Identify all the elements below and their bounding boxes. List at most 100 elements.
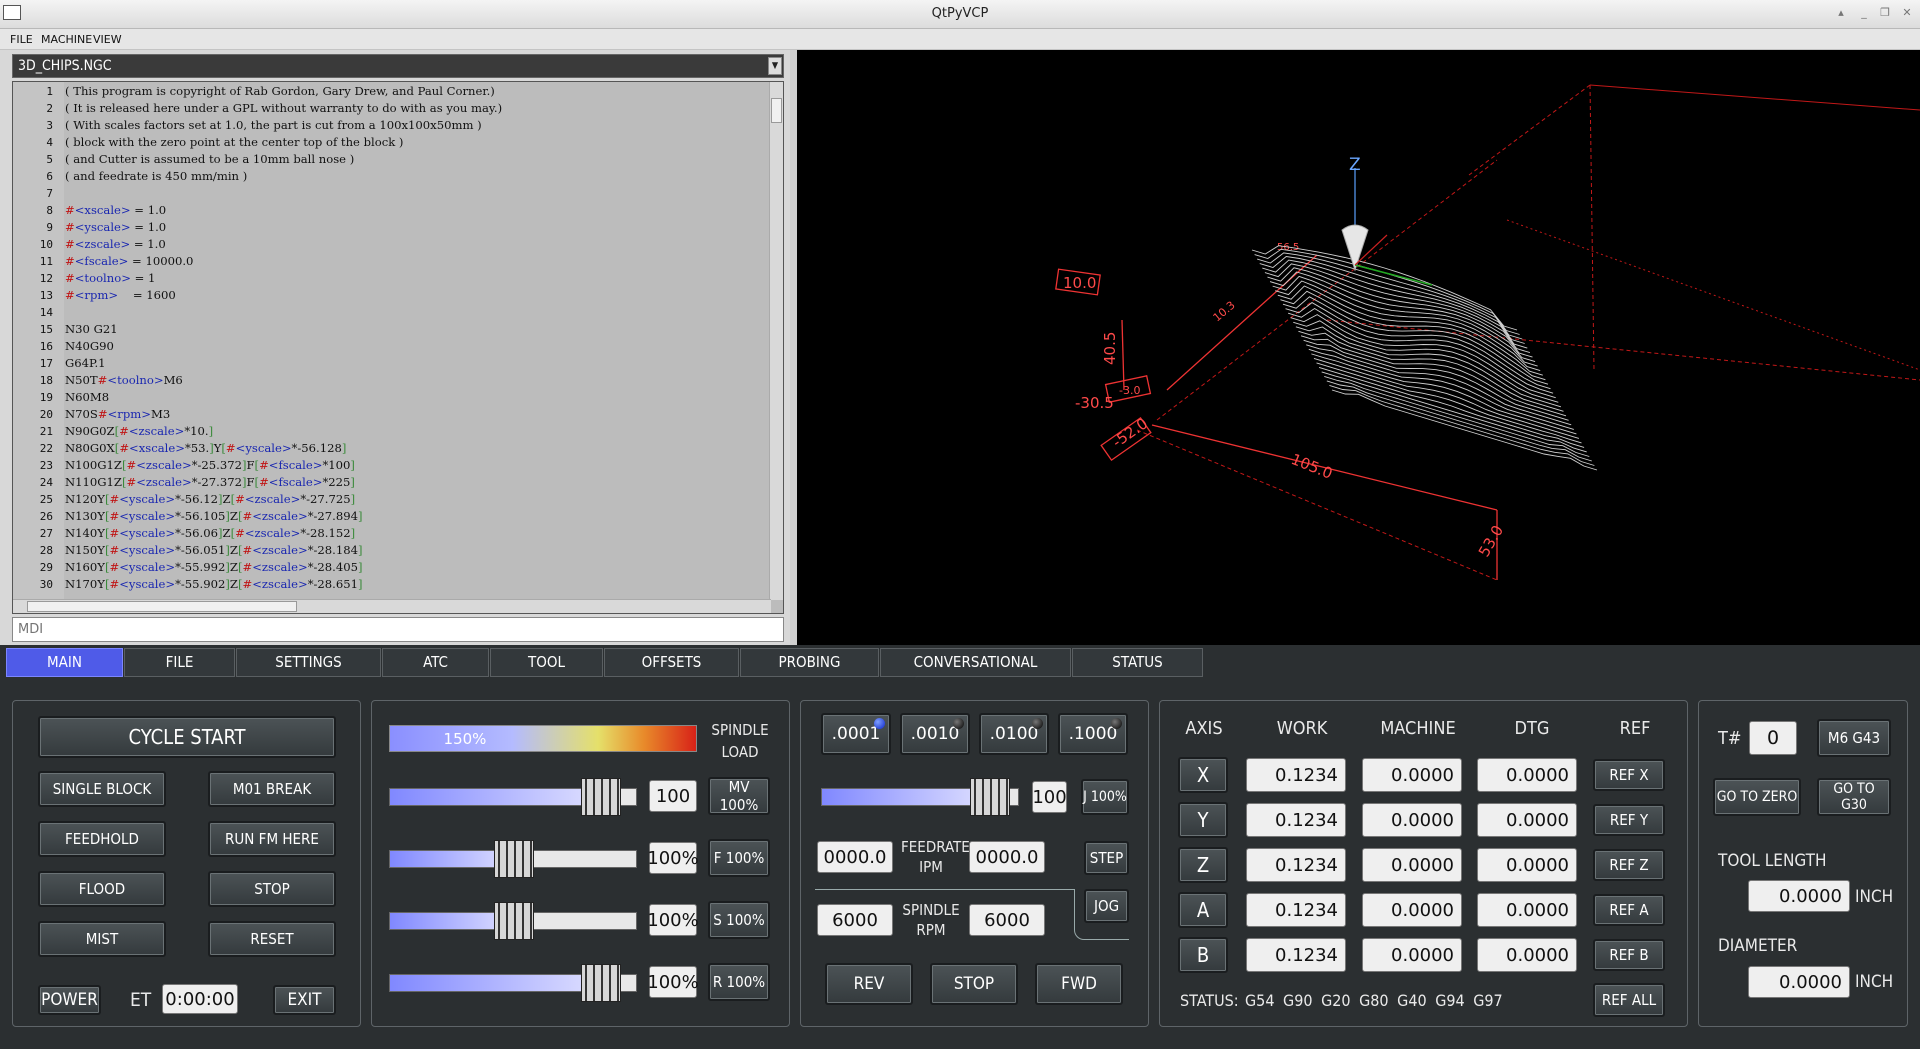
- reset-button[interactable]: RESET: [208, 921, 336, 957]
- mdi-input[interactable]: [18, 622, 778, 637]
- spindle-override-value: 100%: [647, 904, 699, 936]
- code-line: #<yscale> = 1.0: [65, 220, 167, 234]
- backplot-canvas: 10.0 40.5 -30.5 -52.0 105.0 53.0 10.3 56…: [1055, 84, 1920, 581]
- keep-above-icon[interactable]: ▴: [1832, 6, 1850, 19]
- tab-probing[interactable]: PROBING: [740, 648, 879, 677]
- jog-increment-2-button[interactable]: .0010: [900, 713, 970, 755]
- jog-100-button[interactable]: J 100%: [1081, 779, 1129, 815]
- max-velocity-override-value: 100: [649, 780, 697, 812]
- feed-reset-button[interactable]: F 100%: [708, 839, 770, 877]
- rapid-override-slider[interactable]: [389, 964, 637, 1002]
- ref-a-button[interactable]: REF A: [1593, 894, 1665, 926]
- line-number: 16: [39, 340, 53, 353]
- ref-all-button[interactable]: REF ALL: [1593, 983, 1665, 1017]
- m01-break-button[interactable]: M01 BREAK: [208, 771, 336, 807]
- slider-handle[interactable]: [494, 840, 534, 878]
- tool-number-input[interactable]: 0: [1749, 721, 1797, 755]
- vertical-scrollbar[interactable]: [769, 82, 783, 600]
- tab-atc[interactable]: ATC: [382, 648, 489, 677]
- ref-y-button[interactable]: REF Y: [1593, 804, 1665, 836]
- feed-override-slider[interactable]: [389, 840, 637, 878]
- menu-view[interactable]: VIEW: [93, 33, 122, 46]
- code-line: ( With scales factors set at 1.0, the pa…: [65, 118, 482, 132]
- go-to-g30-button[interactable]: GO TO G30: [1817, 778, 1891, 816]
- tab-conversational[interactable]: CONVERSATIONAL: [880, 648, 1071, 677]
- menu-file[interactable]: FILE: [10, 33, 33, 46]
- line-number: 30: [39, 578, 53, 591]
- axis-y-button[interactable]: Y: [1178, 802, 1228, 838]
- tool-panel: T# 0 M6 G43 GO TO ZERO GO TO G30 TOOL LE…: [1698, 700, 1908, 1027]
- tool-length-label: TOOL LENGTH: [1718, 851, 1827, 871]
- close-icon[interactable]: ✕: [1898, 6, 1916, 19]
- code-line: ( It is released here under a GPL withou…: [65, 101, 503, 115]
- max-velocity-reset-button[interactable]: MV 100%: [708, 777, 770, 815]
- ref-x-button[interactable]: REF X: [1593, 759, 1665, 791]
- file-name: 3D_CHIPS.NGC: [18, 58, 112, 74]
- z-axis-label: Z: [1349, 155, 1361, 175]
- ref-b-button[interactable]: REF B: [1593, 939, 1665, 971]
- backplot-viewport[interactable]: 10.0 40.5 -30.5 -52.0 105.0 53.0 10.3 56…: [797, 50, 1920, 645]
- menu-bar: FILE MACHINE VIEW: [0, 29, 1920, 50]
- max-velocity-override-slider[interactable]: [389, 778, 637, 816]
- dim-label: 105.0: [1289, 450, 1336, 483]
- line-number: 1: [46, 85, 53, 98]
- jog-rate-slider[interactable]: [821, 778, 1019, 816]
- extent-line: [1136, 429, 1498, 581]
- power-button[interactable]: POWER: [38, 985, 101, 1015]
- go-to-zero-button[interactable]: GO TO ZERO: [1713, 778, 1801, 816]
- m6-g43-button[interactable]: M6 G43: [1817, 719, 1891, 757]
- jog-increment-label: .0001: [831, 724, 881, 744]
- spindle-stop-button[interactable]: STOP: [930, 963, 1018, 1005]
- spindle-rev-button[interactable]: REV: [825, 963, 913, 1005]
- tab-tool[interactable]: TOOL: [490, 648, 603, 677]
- feedhold-button[interactable]: FEEDHOLD: [38, 821, 166, 857]
- step-button[interactable]: STEP: [1084, 841, 1129, 875]
- mdi-field[interactable]: [12, 617, 784, 642]
- maximize-icon[interactable]: ❐: [1876, 6, 1894, 19]
- run-from-here-button[interactable]: RUN FM HERE: [208, 821, 336, 857]
- ref-z-button[interactable]: REF Z: [1593, 849, 1665, 881]
- axis-b-button[interactable]: B: [1178, 937, 1228, 973]
- jog-increment-4-button[interactable]: .1000: [1058, 713, 1128, 755]
- gcode-editor[interactable]: 1 2 3 4 5 6 7 8 9 10 11 12 13 14 15 16 17 18 19 20 21 22 23 24 2…: [12, 81, 784, 614]
- tab-settings[interactable]: SETTINGS: [236, 648, 381, 677]
- jog-increment-1-button[interactable]: .0001: [821, 713, 891, 755]
- tool-number-label: T#: [1718, 728, 1742, 749]
- spindle-reset-button[interactable]: S 100%: [708, 901, 770, 939]
- dro-panel: AXIS WORK MACHINE DTG REF X 0.1234 0.0000 0.000…: [1159, 700, 1688, 1027]
- exit-button[interactable]: EXIT: [273, 985, 336, 1015]
- pane-splitter[interactable]: [790, 50, 797, 645]
- tab-file[interactable]: FILE: [124, 648, 235, 677]
- minimize-icon[interactable]: _: [1855, 6, 1873, 19]
- cycle-start-button[interactable]: CYCLE START: [38, 716, 336, 758]
- scroll-thumb[interactable]: [27, 601, 297, 612]
- tab-main[interactable]: MAIN: [6, 648, 123, 677]
- jog-mode-button[interactable]: JOG: [1084, 889, 1129, 923]
- flood-button[interactable]: FLOOD: [38, 871, 166, 907]
- slider-handle[interactable]: [494, 902, 534, 940]
- slider-handle[interactable]: [580, 778, 621, 816]
- slider-handle[interactable]: [580, 964, 621, 1002]
- horizontal-scrollbar[interactable]: [13, 599, 771, 613]
- menu-machine[interactable]: MACHINE: [41, 33, 92, 46]
- axis-x-button[interactable]: X: [1178, 757, 1228, 793]
- tab-status[interactable]: STATUS: [1072, 648, 1203, 677]
- mist-button[interactable]: MIST: [38, 921, 166, 957]
- tab-offsets[interactable]: OFFSETS: [604, 648, 739, 677]
- jog-increment-3-button[interactable]: .0100: [979, 713, 1049, 755]
- spindle-fwd-button[interactable]: FWD: [1035, 963, 1123, 1005]
- window-titlebar: QtPyVCP ▴ _ ❐ ✕: [0, 0, 1920, 29]
- machine-x-value: 0.0000: [1362, 758, 1462, 792]
- stop-button[interactable]: STOP: [208, 871, 336, 907]
- single-block-button[interactable]: SINGLE BLOCK: [38, 771, 166, 807]
- file-selector[interactable]: 3D_CHIPS.NGC ▼: [12, 54, 784, 78]
- slider-handle[interactable]: [970, 778, 1011, 816]
- axis-z-button[interactable]: Z: [1178, 847, 1228, 883]
- spindle-override-slider[interactable]: [389, 902, 637, 940]
- work-x-value: 0.1234: [1246, 758, 1346, 792]
- axis-a-button[interactable]: A: [1178, 892, 1228, 928]
- dim-label: -3.0: [1119, 384, 1140, 397]
- rapid-reset-button[interactable]: R 100%: [708, 963, 770, 1001]
- scroll-thumb[interactable]: [771, 98, 782, 123]
- dropdown-arrow-icon[interactable]: ▼: [768, 57, 782, 75]
